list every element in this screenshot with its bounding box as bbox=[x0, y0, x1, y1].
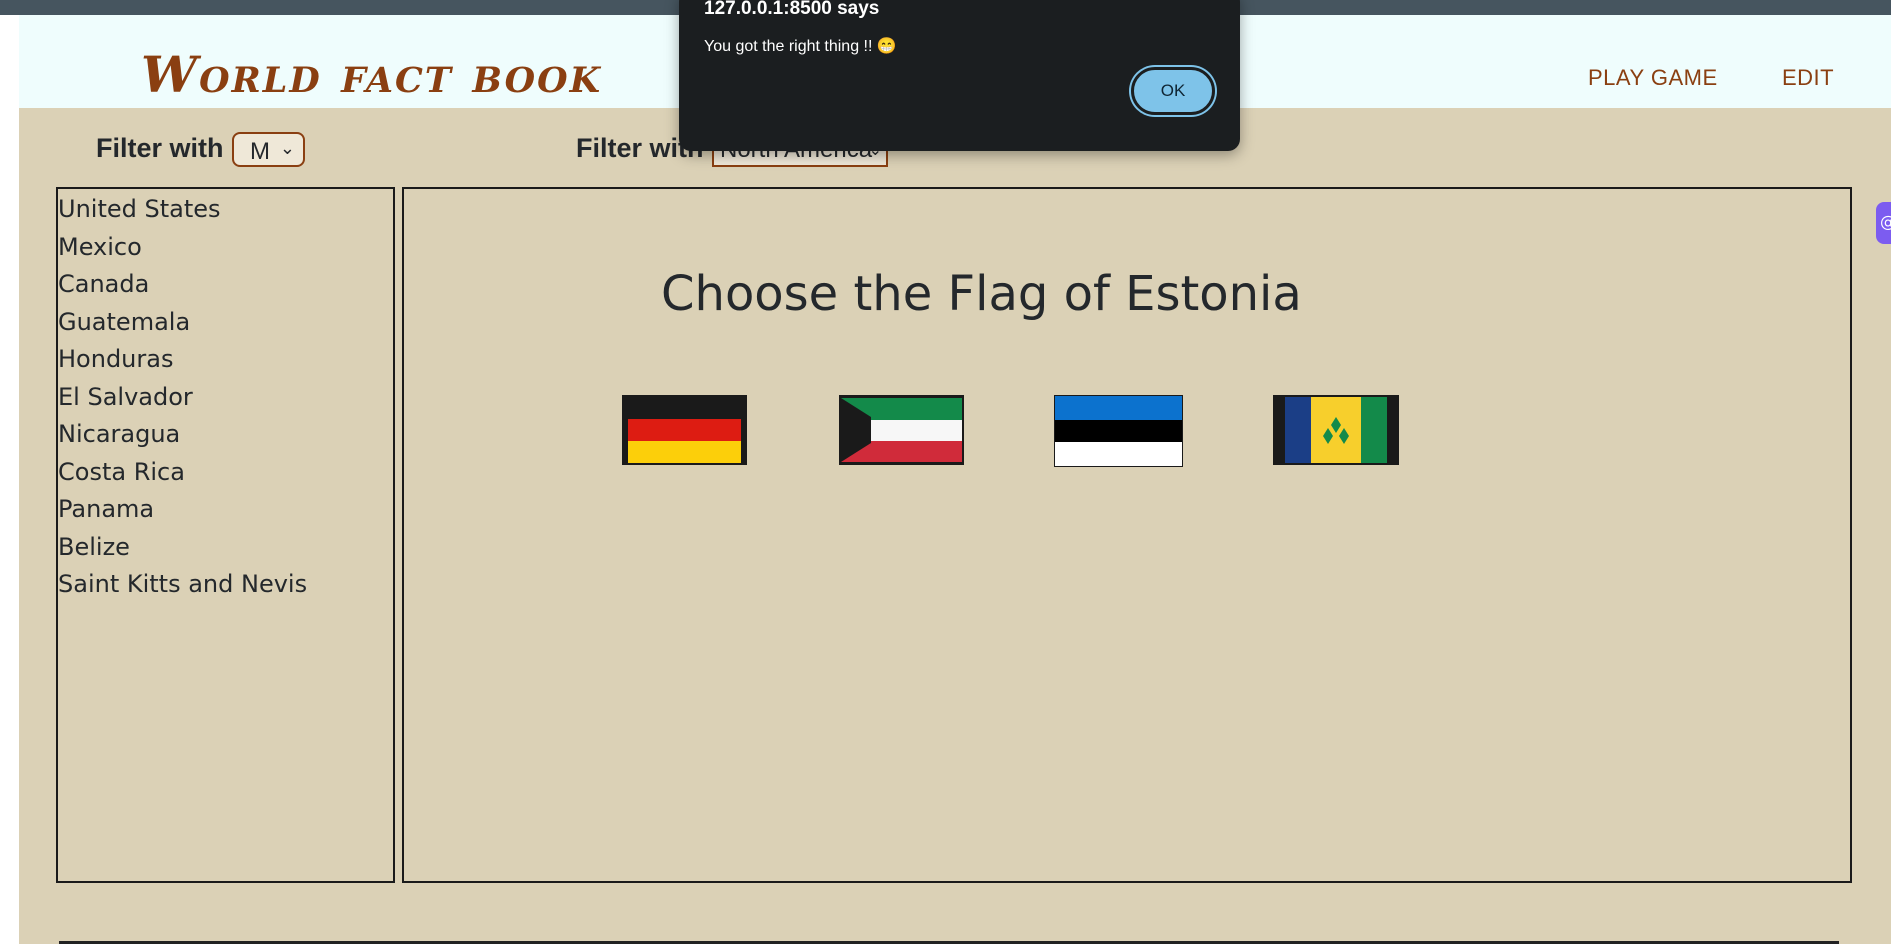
ok-button[interactable]: OK bbox=[1131, 67, 1215, 115]
alert-dialog: 127.0.0.1:8500 says You got the right th… bbox=[679, 0, 1240, 151]
kuwait-flag[interactable] bbox=[839, 395, 964, 465]
alert-dialog-title: 127.0.0.1:8500 says bbox=[704, 0, 880, 19]
country-list-item[interactable]: Honduras bbox=[58, 345, 173, 373]
saint-vincent-flag[interactable] bbox=[1273, 395, 1399, 465]
letter-filter-value: M bbox=[250, 138, 270, 165]
country-list-item[interactable]: Mexico bbox=[58, 233, 142, 261]
country-list-item[interactable]: Costa Rica bbox=[58, 458, 185, 486]
alert-dialog-message: You got the right thing !! 😁 bbox=[704, 38, 897, 55]
country-list-item[interactable]: United States bbox=[58, 195, 221, 223]
germany-flag[interactable] bbox=[622, 395, 747, 465]
country-list-item[interactable]: Canada bbox=[58, 270, 149, 298]
game-question-title: Choose the Flag of Estonia bbox=[661, 266, 1302, 322]
letter-filter-label: Filter with bbox=[96, 133, 224, 163]
extension-icon: @ bbox=[1880, 212, 1891, 231]
estonia-flag[interactable] bbox=[1054, 395, 1183, 467]
nav-play-game[interactable]: PLAY GAME bbox=[1588, 65, 1718, 91]
country-list-item[interactable]: Nicaragua bbox=[58, 420, 180, 448]
site-logo: World fact book bbox=[141, 45, 602, 104]
country-list-item[interactable]: El Salvador bbox=[58, 383, 193, 411]
country-list-item[interactable]: Saint Kitts and Nevis bbox=[58, 570, 307, 598]
country-list-item[interactable]: Guatemala bbox=[58, 308, 190, 336]
country-list-item[interactable]: Panama bbox=[58, 495, 154, 523]
extension-side-tab[interactable]: @ bbox=[1876, 202, 1891, 244]
nav-edit[interactable]: EDIT bbox=[1782, 65, 1834, 91]
chevron-down-icon: ⌄ bbox=[279, 138, 295, 158]
letter-filter-select[interactable]: M ⌄ bbox=[232, 132, 305, 167]
country-list-item[interactable]: Belize bbox=[58, 533, 130, 561]
